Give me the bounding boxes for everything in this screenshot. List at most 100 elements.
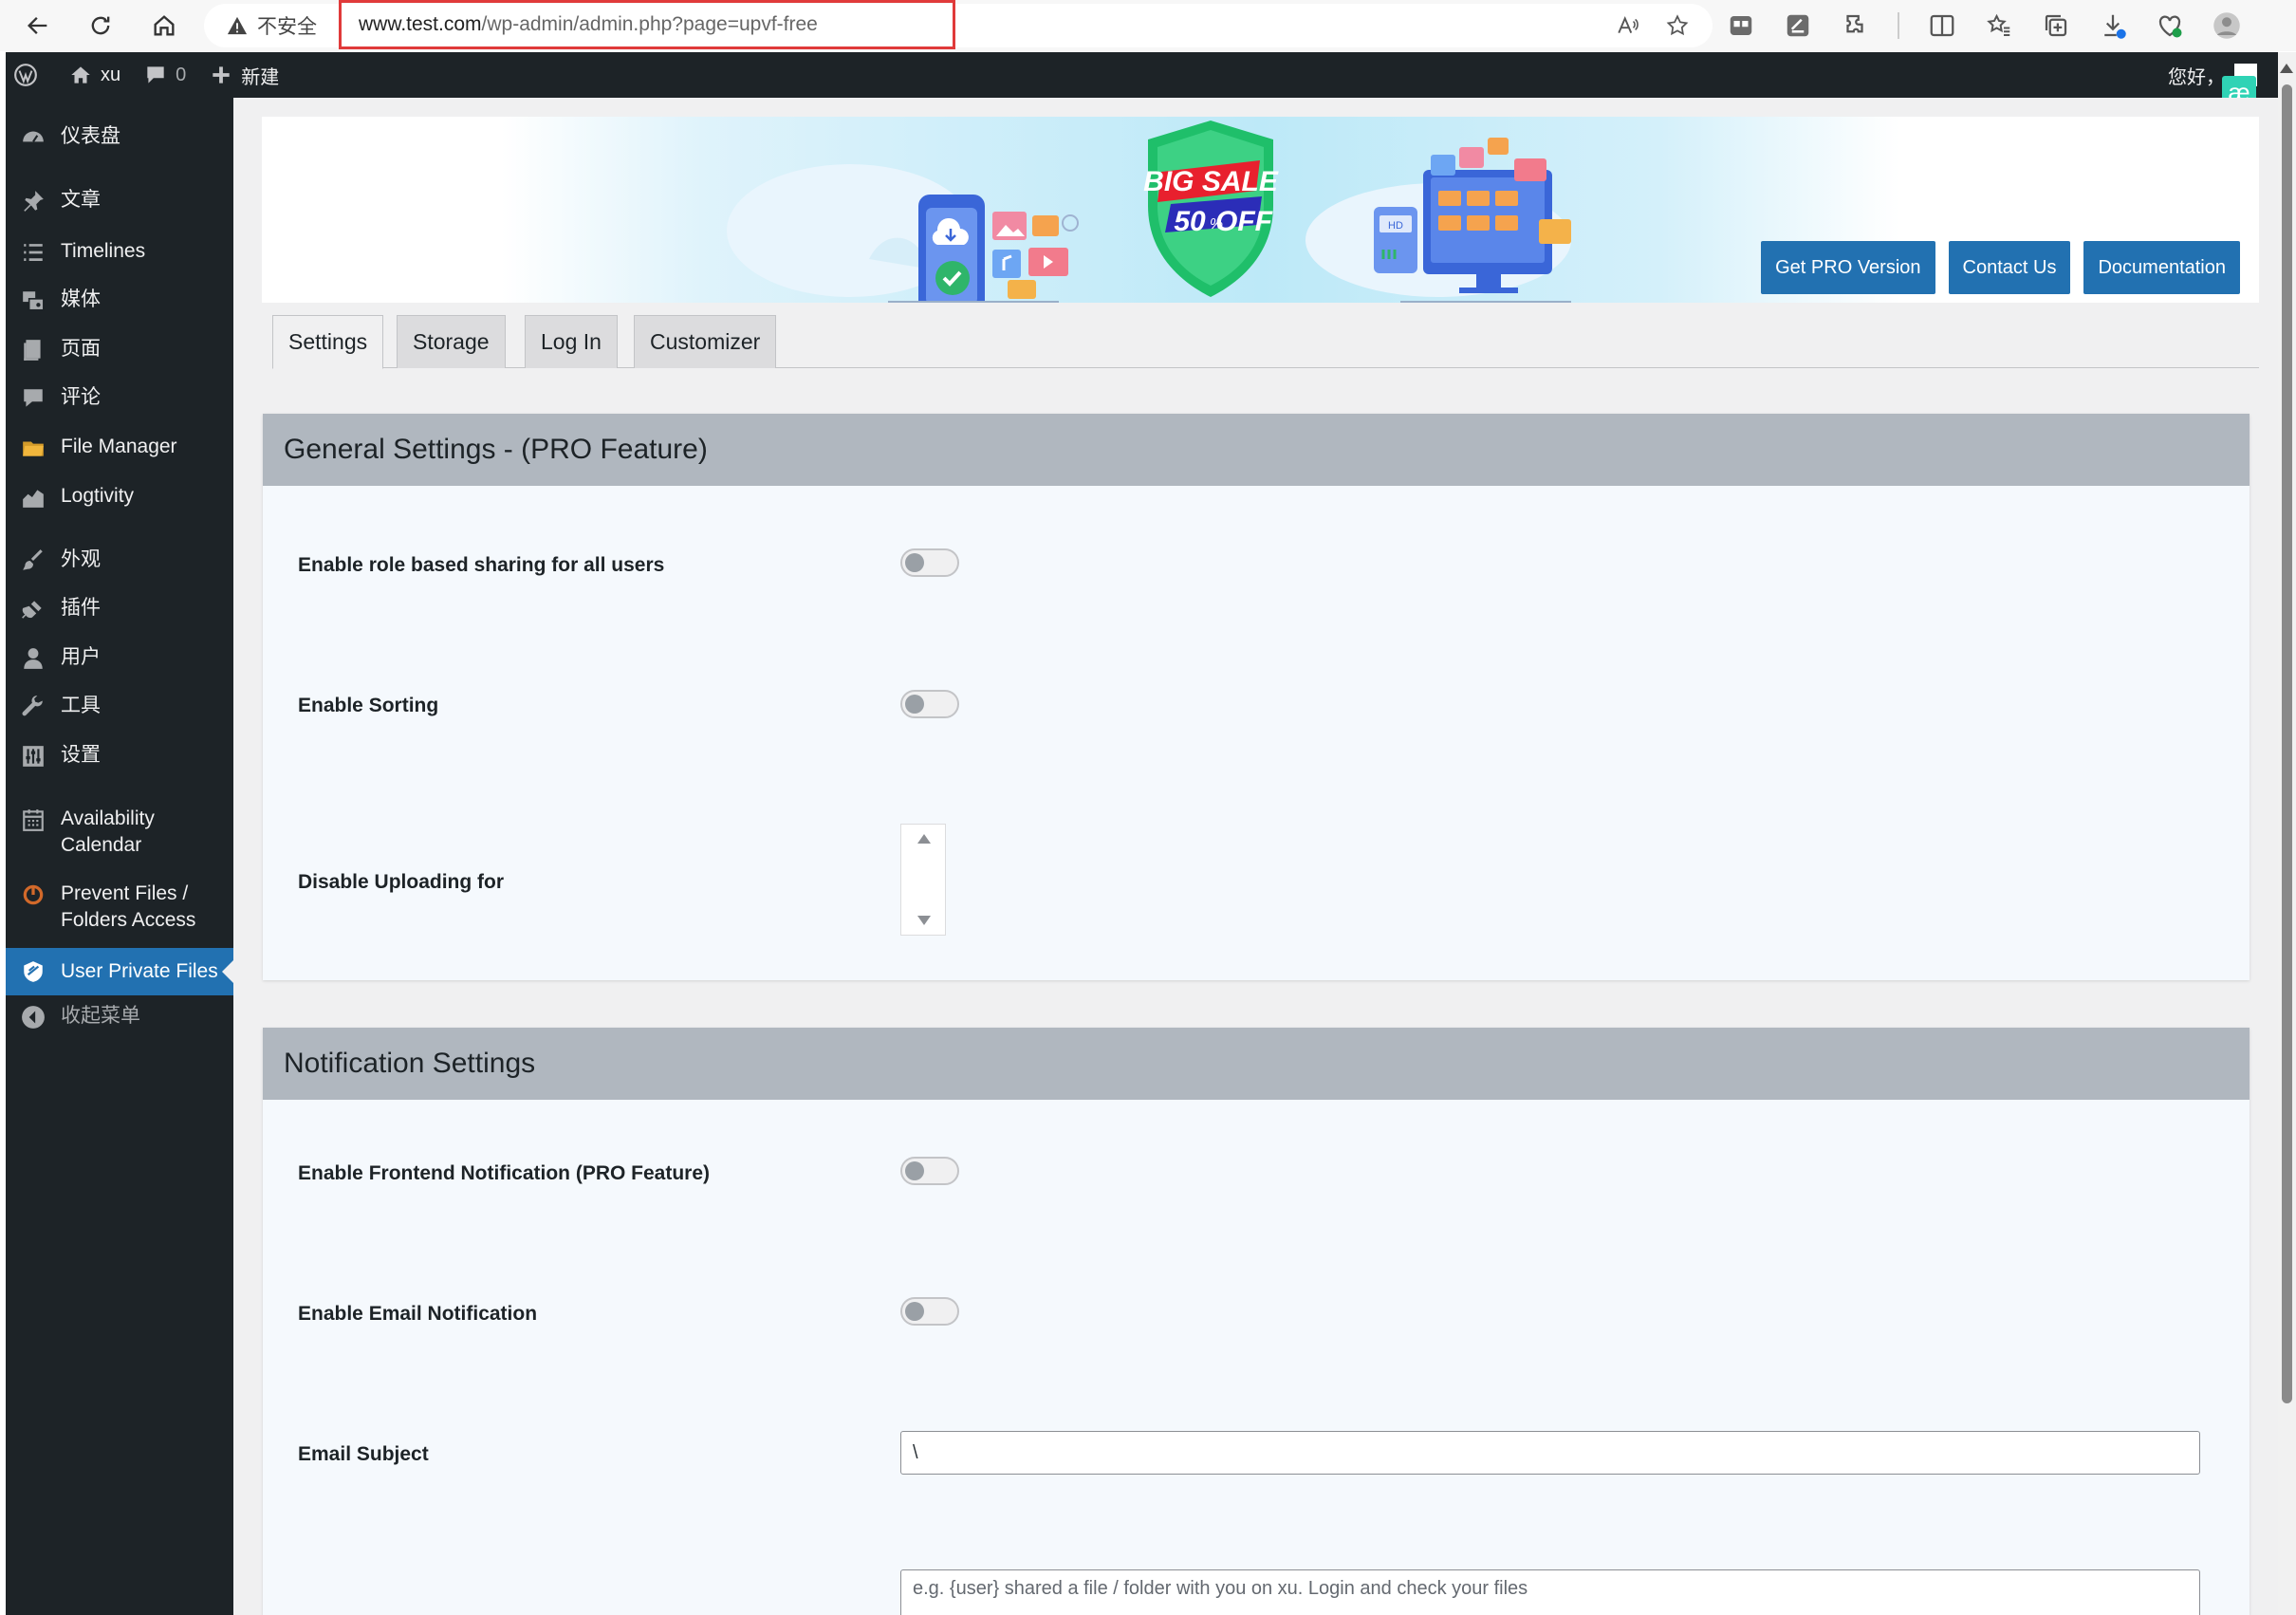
general-settings-title: General Settings - (PRO Feature) — [263, 414, 2250, 486]
comment-icon — [147, 66, 164, 84]
sidebar-item-label: 仪表盘 — [61, 125, 120, 147]
url-host: www.test.com — [359, 13, 482, 35]
sidebar-item-file-manager[interactable]: File Manager — [6, 434, 233, 460]
extension-grid-icon[interactable] — [1727, 11, 1755, 40]
email-notification-label: Enable Email Notification — [298, 1303, 538, 1325]
tab-storage[interactable]: Storage — [397, 315, 506, 368]
disable-upload-select[interactable] — [900, 824, 946, 936]
sidebar-item-label: 媒体 — [61, 288, 101, 310]
url-field[interactable]: www.test.com/wp-admin/admin.php?page=upv… — [339, 0, 955, 49]
notification-settings-title: Notification Settings — [263, 1028, 2250, 1100]
editor-icon[interactable] — [1784, 11, 1812, 40]
sidebar-item-settings[interactable]: 设置 — [6, 742, 233, 769]
sale-off: OFF — [1215, 206, 1273, 237]
frontend-notification-toggle[interactable] — [900, 1157, 959, 1185]
refresh-icon[interactable] — [79, 4, 122, 47]
list-icon — [6, 238, 61, 265]
new-label: 新建 — [241, 66, 280, 88]
site-name-link[interactable]: xu — [57, 52, 132, 98]
sidebar-item-tools[interactable]: 工具 — [6, 693, 233, 719]
notification-settings-card: Notification Settings Enable Frontend No… — [263, 1028, 2250, 1615]
sidebar-item-posts[interactable]: 文章 — [6, 187, 233, 213]
sidebar-collapse-menu[interactable]: 收起菜单 — [6, 1003, 233, 1030]
warning-icon — [227, 16, 248, 35]
email-message-input[interactable] — [900, 1569, 2200, 1615]
settings-icon — [6, 742, 61, 769]
sidebar-item-label: 文章 — [61, 189, 101, 211]
new-content-link[interactable]: 新建 — [197, 52, 290, 98]
wordpress-logo-icon[interactable] — [6, 52, 57, 98]
sidebar-item-label: User Private Files — [61, 960, 218, 982]
role-sharing-toggle[interactable] — [900, 548, 959, 577]
main-content: BIG SALE 50 % OFF HD Get PRO Version Con… — [233, 98, 2278, 1615]
media-icon — [6, 287, 61, 313]
sidebar-item-label: 用户 — [61, 646, 101, 668]
email-subject-input[interactable] — [900, 1431, 2200, 1475]
toggle-knob — [905, 553, 924, 572]
tab-customizer[interactable]: Customizer — [634, 315, 777, 368]
sidebar-item-label: Availability Calendar — [61, 808, 155, 856]
tab-log-in[interactable]: Log In — [525, 315, 618, 368]
admin-sidebar: 仪表盘 文章 Timelines 媒体 页面 评论 File Manager L… — [6, 98, 233, 1615]
email-subject-label: Email Subject — [298, 1443, 429, 1465]
sidebar-item-dashboard[interactable]: 仪表盘 — [6, 123, 233, 150]
collections-icon[interactable] — [2042, 11, 2070, 40]
favorite-star-icon[interactable] — [1665, 13, 1690, 38]
sidebar-item-plugins[interactable]: 插件 — [6, 595, 233, 622]
sidebar-item-label: 插件 — [61, 597, 101, 619]
scroll-thumb[interactable] — [2282, 84, 2292, 1403]
page-scrollbar[interactable] — [2278, 52, 2296, 1615]
sidebar-item-timelines[interactable]: Timelines — [6, 238, 233, 265]
comment-icon — [6, 384, 61, 411]
sidebar-item-label: Logtivity — [61, 485, 135, 507]
sidebar-item-label: Timelines — [61, 240, 146, 262]
role-sharing-label: Enable role based sharing for all users — [298, 554, 665, 576]
frontend-notification-label: Enable Frontend Notification (PRO Featur… — [298, 1162, 711, 1184]
sale-line1: BIG SALE — [1143, 166, 1279, 197]
toolbar-divider — [1898, 12, 1899, 39]
sidebar-item-prevent-files[interactable]: Prevent Files / Folders Access — [6, 881, 233, 934]
sidebar-item-label: 评论 — [61, 386, 101, 408]
email-notification-toggle[interactable] — [900, 1297, 959, 1326]
sidebar-item-comments[interactable]: 评论 — [6, 384, 233, 411]
sidebar-item-user-private-files[interactable]: User Private Files — [6, 948, 233, 995]
downloads-icon[interactable] — [2099, 11, 2127, 40]
sidebar-item-pages[interactable]: 页面 — [6, 336, 233, 362]
favorites-icon[interactable] — [1985, 11, 2013, 40]
scroll-up-arrow-icon[interactable] — [2280, 64, 2293, 73]
sidebar-item-logtivity[interactable]: Logtivity — [6, 483, 233, 510]
comments-link[interactable]: 0 — [132, 52, 197, 98]
listbox-up-arrow-icon[interactable] — [917, 834, 931, 844]
security-indicator[interactable]: 不安全 — [227, 11, 317, 40]
pin-icon — [6, 187, 61, 213]
user-icon — [6, 644, 61, 671]
sidebar-item-appearance[interactable]: 外观 — [6, 547, 233, 573]
back-icon[interactable] — [16, 4, 60, 47]
brush-icon — [6, 547, 61, 573]
sidebar-item-availability-calendar[interactable]: Availability Calendar — [6, 806, 233, 859]
contact-us-button[interactable]: Contact Us — [1948, 241, 2071, 294]
disable-upload-label: Disable Uploading for — [298, 871, 505, 893]
sidebar-item-media[interactable]: 媒体 — [6, 287, 233, 313]
sidebar-item-label: 设置 — [61, 744, 101, 766]
sorting-toggle[interactable] — [900, 690, 959, 718]
listbox-down-arrow-icon[interactable] — [917, 916, 931, 925]
url-path: /wp-admin/admin.php?page=upvf-free — [481, 13, 818, 35]
sidebar-item-label: 外观 — [61, 548, 101, 570]
sorting-label: Enable Sorting — [298, 695, 439, 716]
get-pro-button[interactable]: Get PRO Version — [1761, 241, 1935, 294]
read-aloud-icon[interactable] — [1616, 13, 1640, 38]
home-icon[interactable] — [142, 4, 186, 47]
tab-settings[interactable]: Settings — [272, 315, 384, 369]
address-bar[interactable]: 不安全 www.test.com/wp-admin/admin.php?page… — [204, 0, 1713, 49]
sidebar-item-users[interactable]: 用户 — [6, 644, 233, 671]
puzzle-icon[interactable] — [1841, 11, 1869, 40]
wp-admin-bar: xu 0 新建 您好， — [6, 52, 2278, 98]
profile-avatar-icon[interactable] — [2213, 11, 2241, 40]
split-screen-icon[interactable] — [1928, 11, 1956, 40]
shield-icon — [6, 959, 61, 984]
performance-icon[interactable] — [2156, 11, 2184, 40]
collapse-icon — [6, 1003, 61, 1030]
documentation-button[interactable]: Documentation — [2083, 241, 2240, 294]
browser-toolbar: 不安全 www.test.com/wp-admin/admin.php?page… — [0, 0, 2296, 51]
